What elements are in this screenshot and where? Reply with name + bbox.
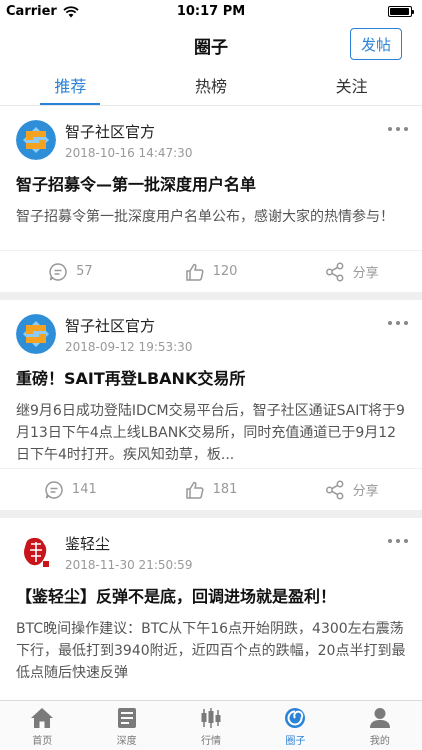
post-card[interactable]: 智子社区官方 2018-09-12 19:53:30 重磅！SAIT再登LBAN… — [0, 300, 422, 510]
zhizi-logo-icon — [16, 314, 56, 354]
battery-level — [390, 8, 409, 15]
card-divider — [0, 292, 422, 300]
author-name[interactable]: 智子社区官方 — [65, 121, 155, 142]
comment-button[interactable]: 57 — [0, 251, 141, 292]
comment-icon — [49, 262, 67, 281]
tabbar-home[interactable]: 首页 — [0, 701, 84, 750]
share-icon — [325, 262, 344, 281]
tabbar-label: 圈子 — [285, 736, 306, 747]
tabbar-market[interactable]: 行情 — [169, 701, 253, 750]
author-name[interactable]: 智子社区官方 — [65, 315, 155, 336]
avatar[interactable] — [16, 120, 56, 160]
post-title[interactable]: 【鉴轻尘】反弹不是底，回调进场就是盈利！ — [0, 578, 422, 608]
tabbar-mine[interactable]: 我的 — [338, 701, 422, 750]
tabbar-label: 行情 — [201, 736, 222, 747]
more-options-icon[interactable] — [388, 127, 408, 133]
candlestick-icon — [201, 708, 221, 728]
post-card[interactable]: 智子社区官方 2018-10-16 14:47:30 智子招募令—第一批深度用户… — [0, 106, 422, 292]
post-body[interactable]: 继9月6日成功登陆IDCM交易平台后，智子社区通证SAIT将于9月13日下午4点… — [0, 390, 422, 466]
tab-following[interactable]: 关注 — [281, 64, 422, 105]
share-label: 分享 — [352, 484, 379, 499]
zhizi-logo-icon — [16, 120, 56, 160]
thumbs-up-icon — [185, 481, 204, 499]
share-button[interactable]: 分享 — [281, 469, 422, 510]
post-body[interactable]: BTC晚间操作建议：BTC从下午16点开始阴跌，4300左右震荡下行，最低打到3… — [0, 608, 422, 684]
post-header: 鉴轻尘 2018-11-30 21:50:59 — [0, 518, 422, 578]
comment-count: 57 — [76, 264, 93, 279]
circle-icon — [285, 708, 306, 728]
post-feed: 智子社区官方 2018-10-16 14:47:30 智子招募令—第一批深度用户… — [0, 106, 422, 690]
avatar[interactable] — [16, 532, 56, 572]
tabbar-label: 深度 — [116, 736, 137, 747]
status-bar: Carrier 10:17 PM — [0, 0, 422, 24]
tabbar-depth[interactable]: 深度 — [84, 701, 168, 750]
post-header: 智子社区官方 2018-10-16 14:47:30 — [0, 106, 422, 166]
share-button[interactable]: 分享 — [281, 251, 422, 292]
person-icon — [369, 708, 390, 728]
home-icon — [31, 708, 54, 728]
post-actions: 57 120 分享 — [0, 250, 422, 292]
share-icon — [325, 480, 344, 499]
battery-icon — [388, 6, 414, 17]
post-title[interactable]: 智子招募令—第一批深度用户名单 — [0, 166, 422, 196]
post-actions: 141 181 分享 — [0, 468, 422, 510]
tabbar-label: 首页 — [32, 736, 53, 747]
avatar[interactable] — [16, 314, 56, 354]
status-time: 10:17 PM — [176, 4, 246, 19]
post-header: 智子社区官方 2018-09-12 19:53:30 — [0, 300, 422, 360]
like-count: 120 — [212, 264, 238, 279]
card-divider — [0, 510, 422, 518]
new-post-button[interactable]: 发帖 — [350, 28, 402, 60]
tabbar-label: 我的 — [369, 736, 390, 747]
like-button[interactable]: 120 — [141, 251, 282, 292]
comment-count: 141 — [71, 482, 97, 497]
post-timestamp: 2018-10-16 14:47:30 — [65, 146, 193, 160]
nav-bar: 圈子 发帖 — [0, 24, 422, 64]
post-timestamp: 2018-09-12 19:53:30 — [65, 340, 193, 354]
article-icon — [117, 708, 136, 728]
share-label: 分享 — [352, 266, 379, 281]
like-button[interactable]: 181 — [141, 469, 282, 510]
comment-button[interactable]: 141 — [0, 469, 141, 510]
tab-recommend[interactable]: 推荐 — [0, 64, 141, 105]
more-options-icon[interactable] — [388, 321, 408, 327]
bottom-tab-bar: 首页 深度 行情 圈子 我的 — [0, 700, 422, 750]
feed-tabs: 推荐 热榜 关注 — [0, 64, 422, 106]
author-name[interactable]: 鉴轻尘 — [65, 533, 110, 554]
post-body[interactable]: 智子招募令第一批深度用户名单公布，感谢大家的热情参与！ — [0, 196, 422, 228]
thumbs-up-icon — [185, 263, 204, 281]
comment-icon — [45, 480, 63, 499]
red-seal-icon — [16, 532, 56, 572]
tabbar-circle[interactable]: 圈子 — [253, 701, 337, 750]
post-title[interactable]: 重磅！SAIT再登LBANK交易所 — [0, 360, 422, 390]
post-timestamp: 2018-11-30 21:50:59 — [65, 558, 193, 572]
post-card[interactable]: 鉴轻尘 2018-11-30 21:50:59 【鉴轻尘】反弹不是底，回调进场就… — [0, 518, 422, 690]
more-options-icon[interactable] — [388, 539, 408, 545]
tab-hot[interactable]: 热榜 — [141, 64, 282, 105]
like-count: 181 — [212, 482, 238, 497]
